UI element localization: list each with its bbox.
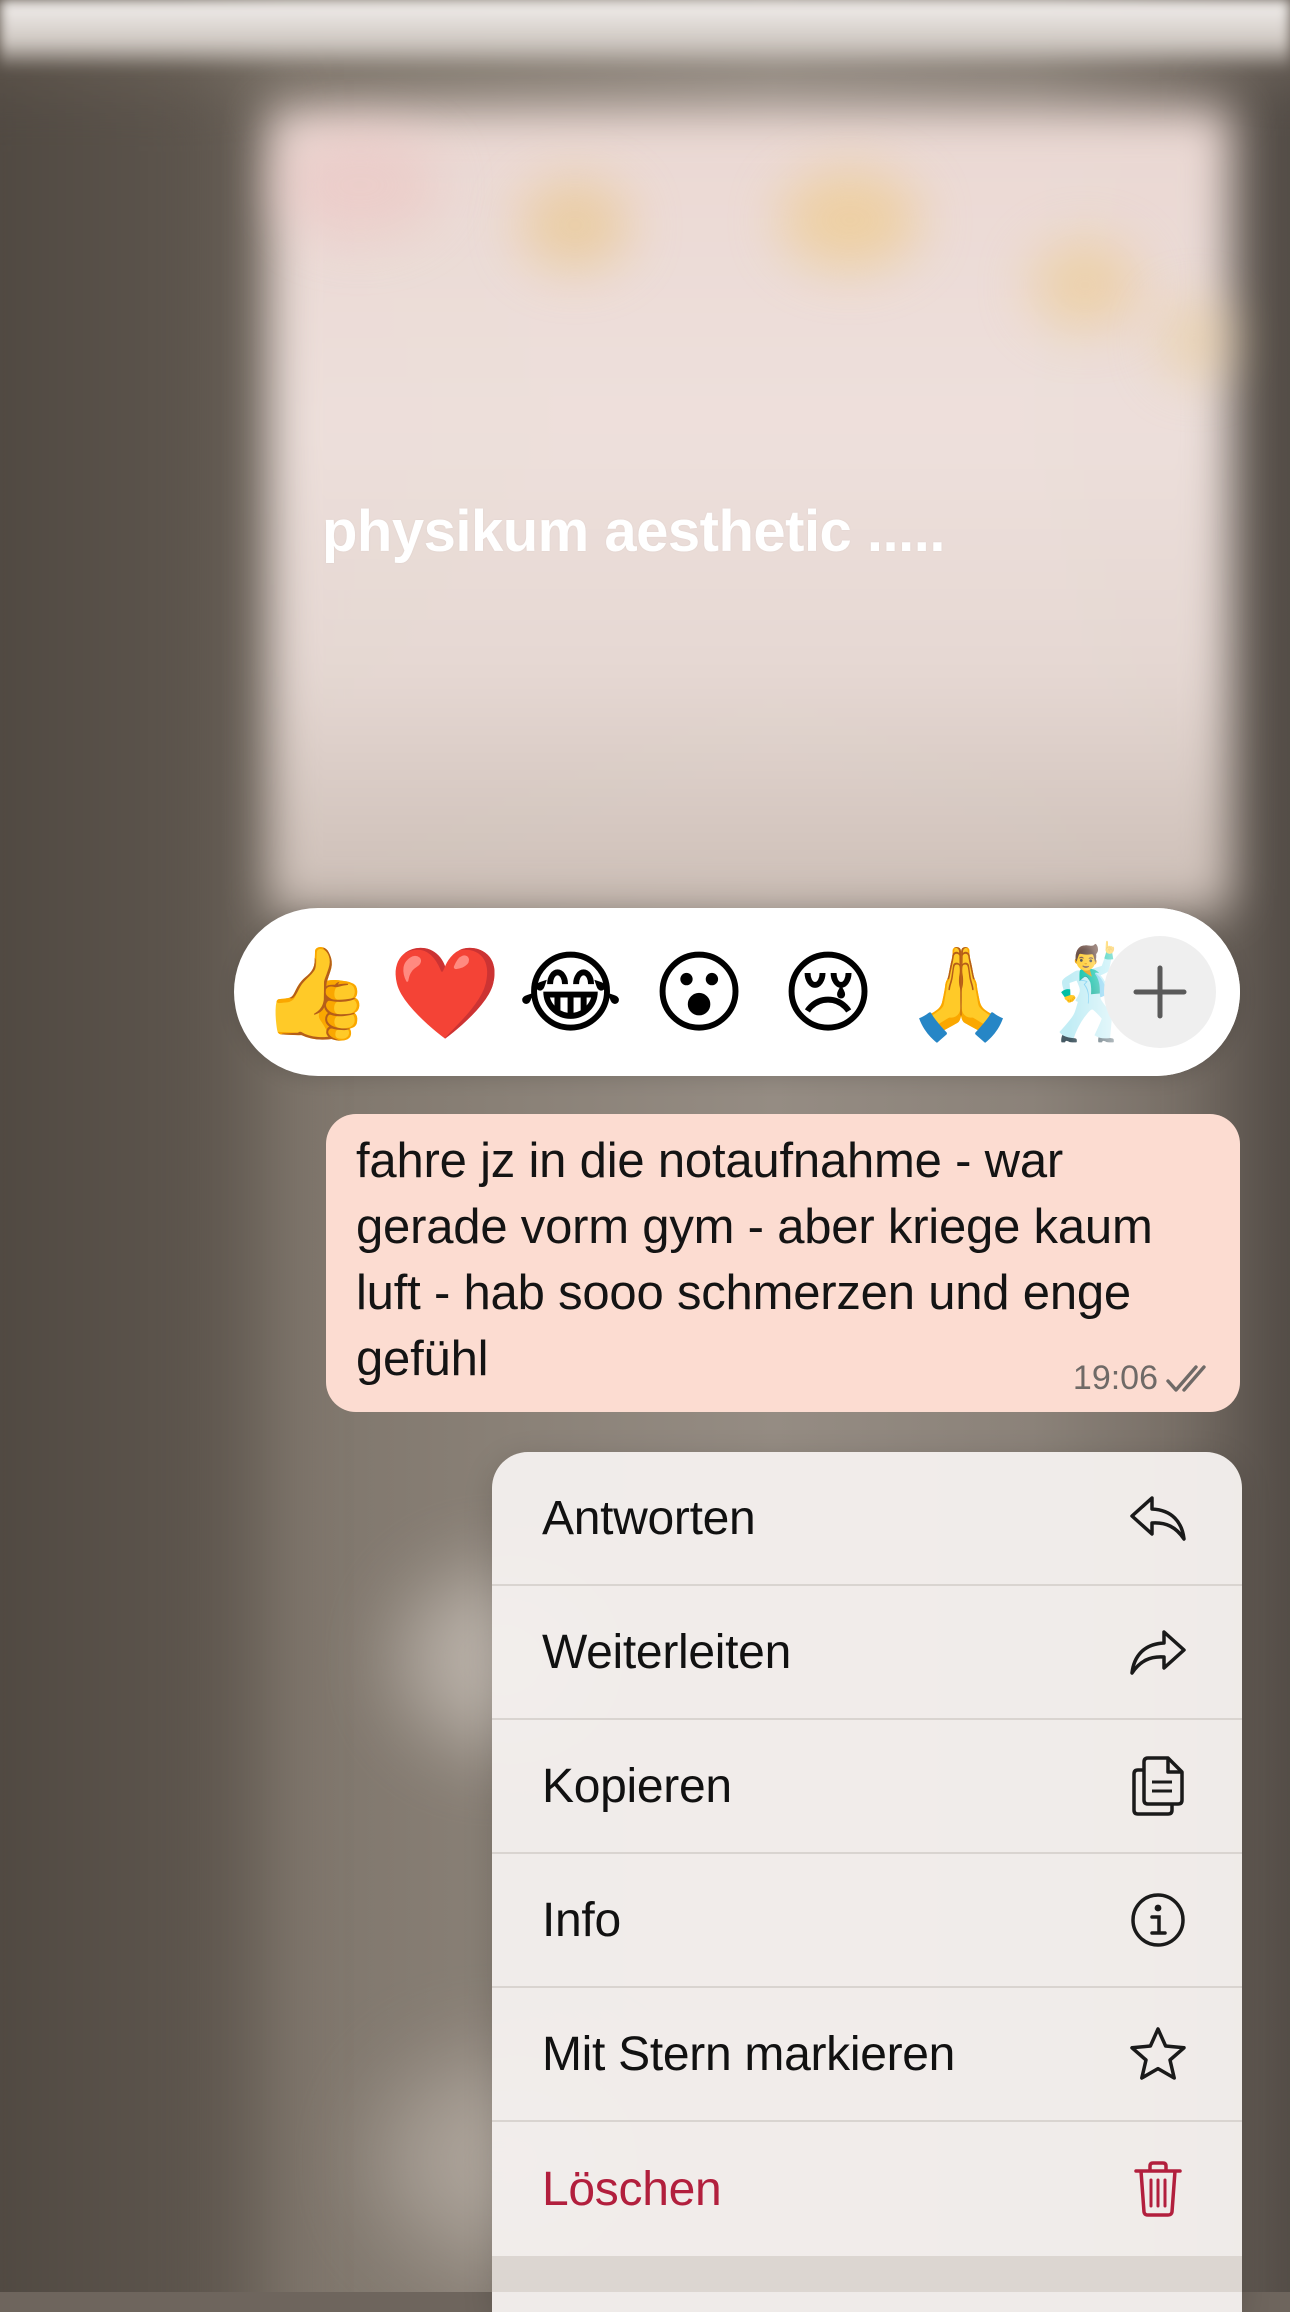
double-check-icon (1166, 1364, 1206, 1392)
reply-icon (1128, 1488, 1188, 1548)
reaction-bar: 👍 ❤️ 😂 😮 😢 🙏 🕺 (234, 908, 1240, 1076)
reaction-red-heart[interactable]: ❤️ (389, 942, 501, 1046)
menu-item-info[interactable]: Info (492, 1854, 1242, 1988)
reaction-face-with-open-mouth[interactable]: 😮 (647, 942, 751, 1046)
menu-item-copy[interactable]: Kopieren (492, 1720, 1242, 1854)
reaction-crying-face[interactable]: 😢 (776, 942, 880, 1046)
forward-icon (1128, 1622, 1188, 1682)
more-reactions-button[interactable] (1104, 936, 1216, 1048)
reaction-face-with-tears-of-joy[interactable]: 😂 (518, 942, 623, 1046)
menu-item-forward[interactable]: Weiterleiten (492, 1586, 1242, 1720)
menu-item-delete[interactable]: Löschen (492, 2122, 1242, 2256)
message-meta: 19:06 (1073, 1359, 1216, 1398)
message-bubble[interactable]: fahre jz in die notaufnahme - war gerade… (326, 1114, 1240, 1412)
image-caption: physikum aesthetic ..... (322, 499, 946, 564)
trash-icon (1128, 2159, 1188, 2219)
menu-item-reply[interactable]: Antworten (492, 1452, 1242, 1586)
menu-bottom-edge (492, 2256, 1242, 2292)
reaction-folded-hands[interactable]: 🙏 (905, 942, 1017, 1046)
menu-item-label: Kopieren (542, 1759, 732, 1813)
menu-item-label: Antworten (542, 1491, 756, 1545)
message-text: fahre jz in die notaufnahme - war gerade… (356, 1134, 1153, 1386)
message-context-menu: Antworten Weiterleiten Kopieren Info Mit… (492, 1452, 1242, 2312)
menu-item-star[interactable]: Mit Stern markieren (492, 1988, 1242, 2122)
menu-item-label: Löschen (542, 2162, 722, 2216)
menu-item-label: Info (542, 1893, 621, 1947)
menu-item-label: Weiterleiten (542, 1625, 791, 1679)
message-time: 19:06 (1072, 1359, 1158, 1397)
reaction-thumbs-up[interactable]: 👍 (260, 942, 372, 1046)
info-icon (1128, 1890, 1188, 1950)
plus-icon (1133, 965, 1187, 1019)
menu-item-label: Mit Stern markieren (542, 2027, 956, 2081)
star-icon (1128, 2024, 1188, 2084)
copy-icon (1128, 1756, 1188, 1816)
